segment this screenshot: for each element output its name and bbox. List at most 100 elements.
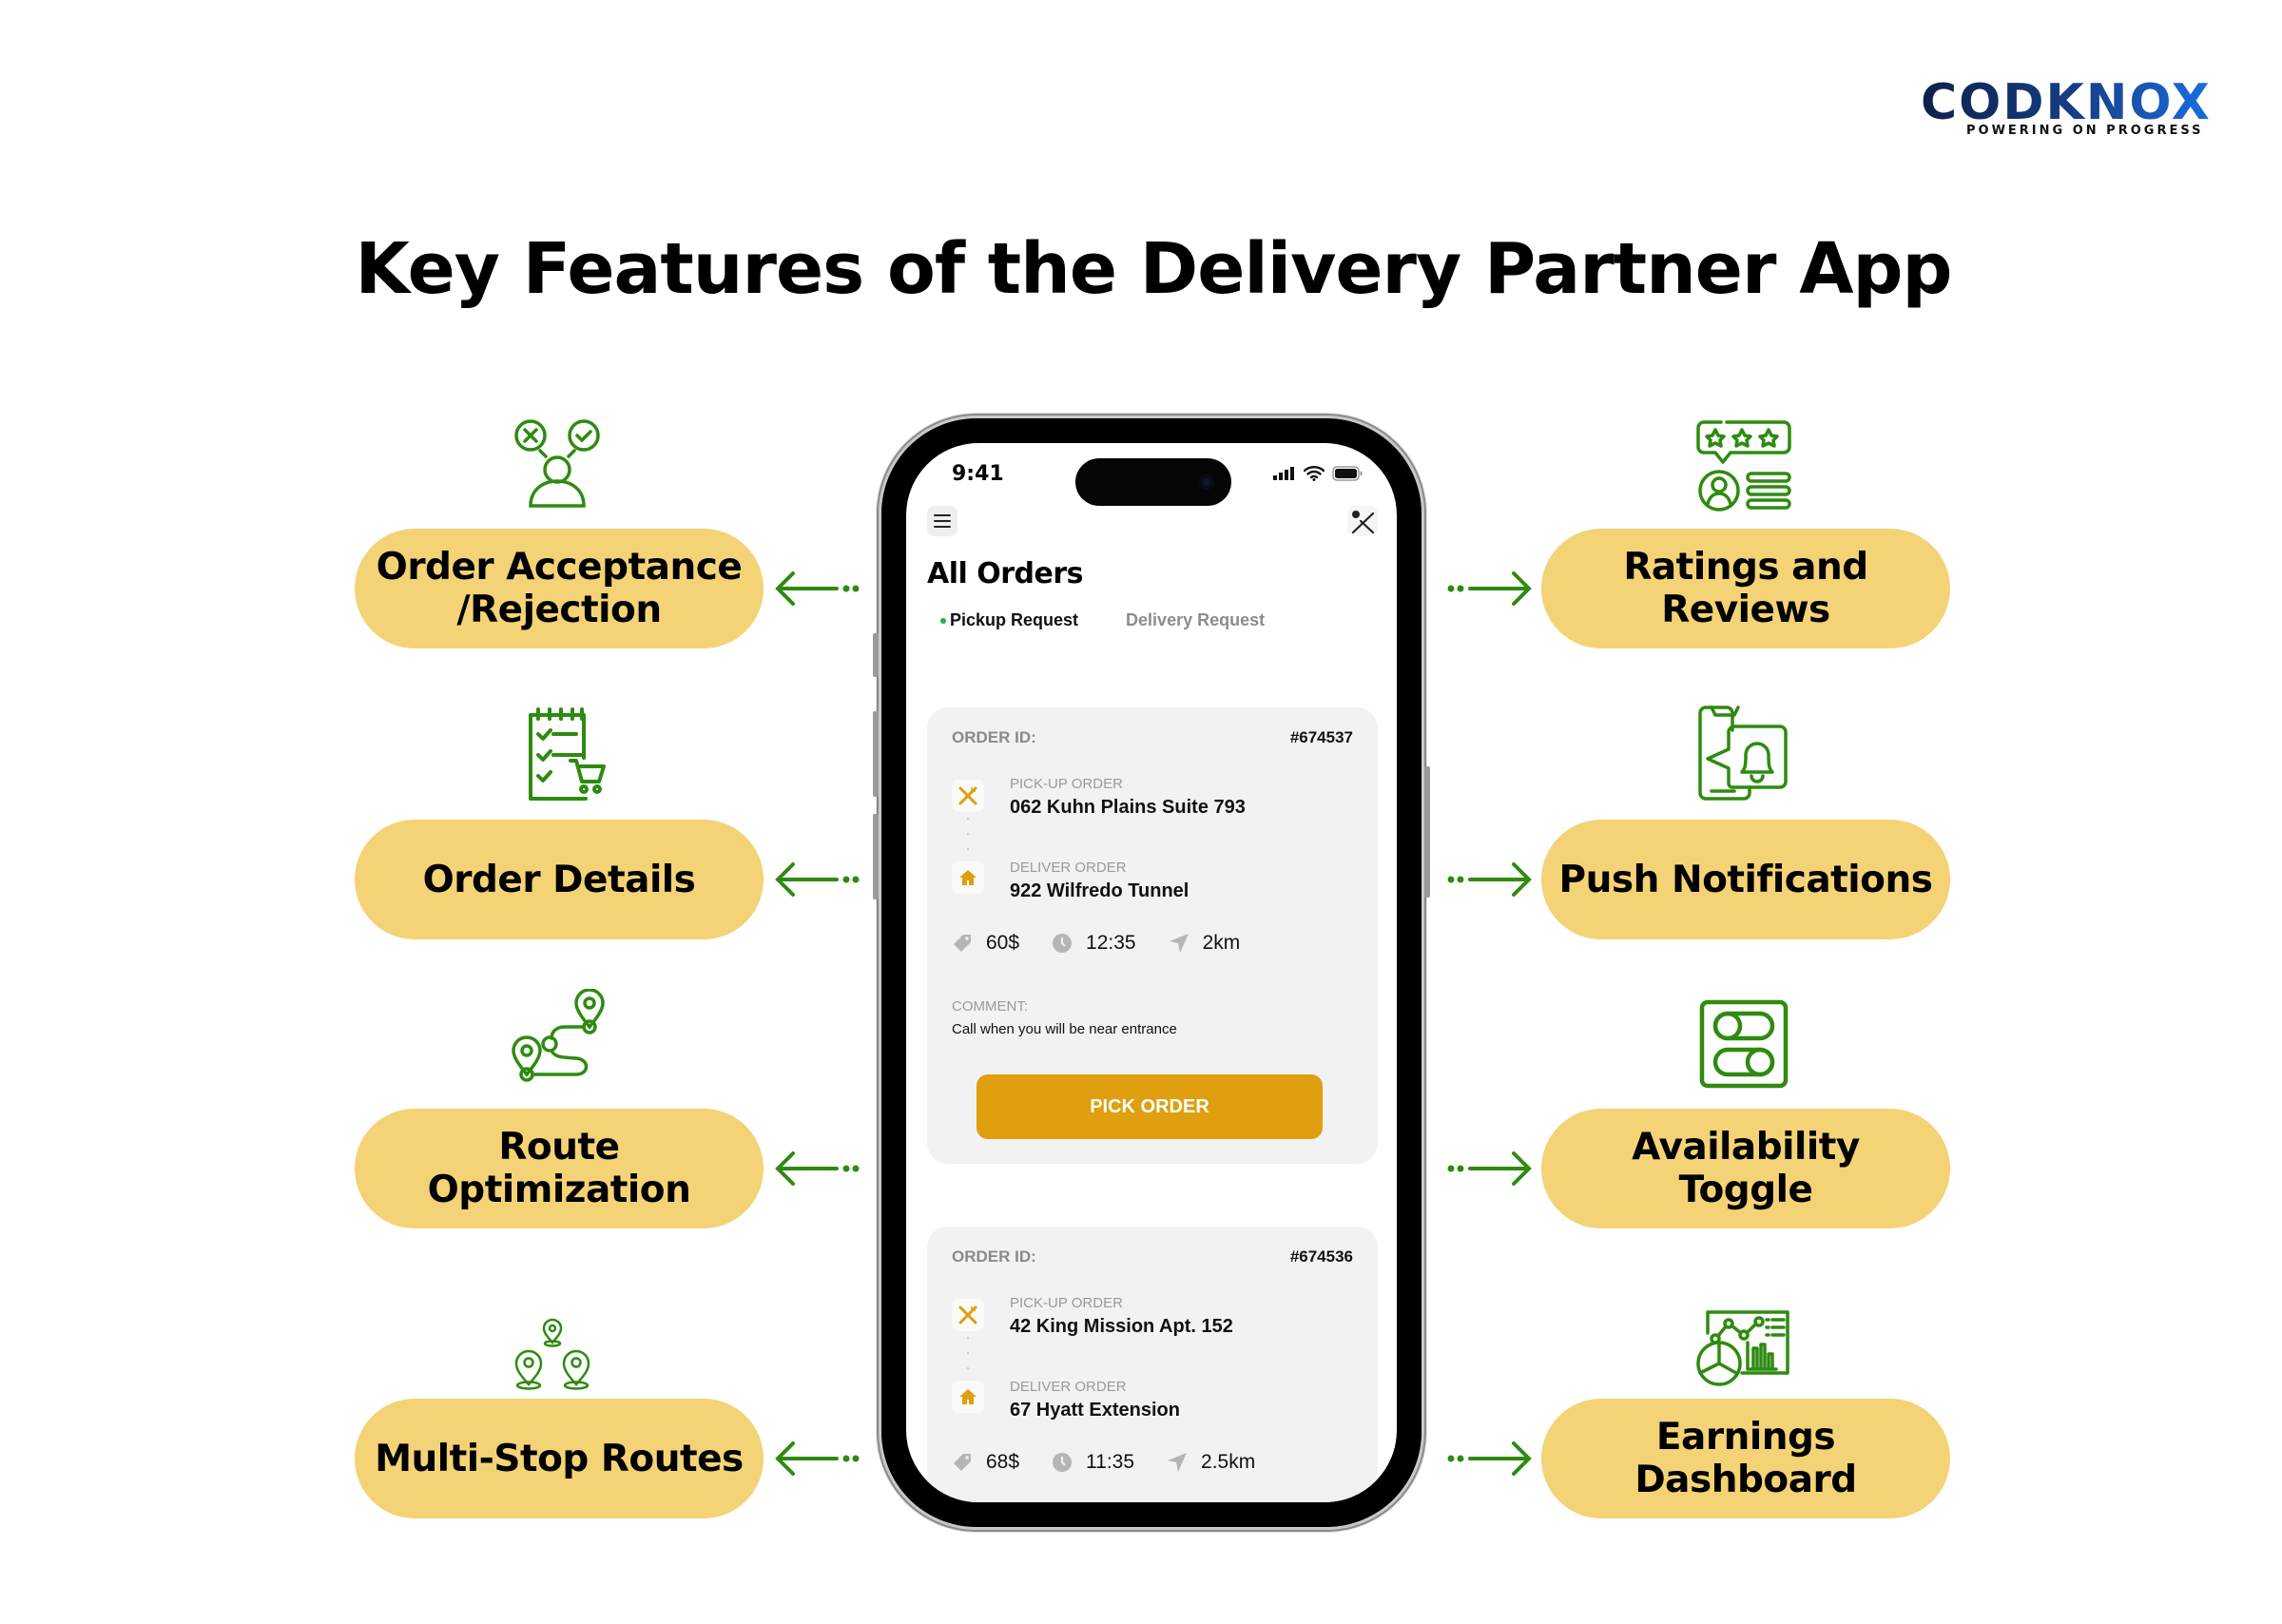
time-item: 11:35 (1052, 1451, 1134, 1474)
price-tag-icon (954, 935, 971, 952)
arrow-left-icon (775, 571, 860, 606)
navigation-arrow-icon (1168, 1453, 1188, 1472)
arrow-left-icon (775, 1441, 860, 1476)
feature-label: Push Notifications (1558, 858, 1933, 901)
checklist-cart-icon (512, 706, 610, 804)
brand-name: CODKNOX (1921, 74, 2212, 131)
wifi-icon (1304, 466, 1325, 481)
route-pins-icon (508, 988, 607, 1088)
arrow-right-icon (1447, 571, 1532, 606)
dashboard-chart-icon (1694, 1299, 1793, 1398)
map-pin-route-icon (1351, 511, 1375, 534)
arrow-right-icon (1447, 1151, 1532, 1186)
menu-button[interactable] (927, 506, 957, 536)
feature-route-optimization: Route Optimization (355, 1109, 764, 1228)
order-meta: 68$ 11:35 2.5km (952, 1451, 1287, 1474)
distance-item: 2km (1169, 932, 1241, 955)
phone-volume-up (873, 711, 879, 797)
person-accept-reject-icon (508, 411, 607, 510)
phone-screen: 9:41 All Orders Pickup Request Delivery … (906, 443, 1397, 1502)
price-tag-icon (954, 1454, 971, 1471)
pickup-label: PICK-UP ORDER (1010, 776, 1123, 792)
feature-order-acceptance-rejection: Order Acceptance/Rejection (355, 529, 764, 648)
distance-item: 2.5km (1167, 1451, 1255, 1474)
arrow-left-icon (775, 1151, 860, 1186)
price-item: 68$ (952, 1451, 1019, 1474)
clock-icon (1053, 934, 1073, 953)
order-id-value: #674536 (1289, 1247, 1353, 1266)
order-id-row: ORDER ID: #674537 (952, 728, 1353, 747)
screen-title: All Orders (927, 557, 1084, 590)
active-dot (940, 617, 946, 624)
feature-label-line: Availability (1632, 1126, 1860, 1169)
status-icons (1273, 466, 1363, 481)
navigation-arrow-icon (1169, 934, 1189, 953)
deliver-label: DELIVER ORDER (1010, 860, 1127, 876)
feature-label-line: Toggle (1678, 1169, 1813, 1211)
route-connector (967, 1337, 969, 1369)
feature-label: Multi-Stop Routes (375, 1437, 744, 1480)
arrow-right-icon (1447, 1441, 1532, 1476)
brand-tagline: POWERING ON PROGRESS (1966, 124, 2204, 138)
phone-bell-icon (1694, 704, 1793, 802)
feature-multi-stop-routes: Multi-Stop Routes (355, 1399, 764, 1518)
pickup-label: PICK-UP ORDER (1010, 1295, 1123, 1311)
order-card: ORDER ID: #674536 PICK-UP ORDER 42 King … (927, 1227, 1378, 1502)
toggle-switches-icon (1698, 998, 1789, 1090)
pickup-icon-box (952, 780, 984, 812)
order-id-label: ORDER ID: (952, 1247, 1036, 1266)
star-review-icon (1694, 413, 1793, 512)
order-meta: 60$ 12:35 2km (952, 932, 1272, 955)
hamburger-icon (934, 514, 951, 528)
order-tabs: Pickup Request Delivery Request (940, 610, 1265, 630)
order-price: 68$ (986, 1451, 1020, 1473)
fork-knife-icon (958, 1305, 977, 1324)
comment-text: Call when you will be near entrance (952, 1021, 1177, 1037)
feature-label: Order Details (422, 858, 696, 901)
order-id-label: ORDER ID: (952, 728, 1036, 746)
multi-pins-icon (510, 1318, 595, 1394)
signal-icon (1273, 467, 1294, 480)
feature-push-notifications: Push Notifications (1541, 820, 1950, 939)
order-id-value: #674537 (1289, 728, 1353, 746)
order-distance: 2.5km (1201, 1451, 1256, 1473)
phone-volume-down (873, 814, 879, 899)
deliver-label: DELIVER ORDER (1010, 1379, 1127, 1395)
feature-ratings-reviews: Ratings and Reviews (1541, 529, 1950, 648)
camera-icon (1199, 474, 1214, 490)
feature-label-line: Route (498, 1126, 620, 1169)
clock-icon (1053, 1453, 1073, 1472)
feature-label-line: Optimization (427, 1169, 691, 1211)
tab-label: Pickup Request (950, 610, 1079, 629)
pick-order-button[interactable]: PICK ORDER (977, 1074, 1323, 1139)
feature-order-details: Order Details (355, 820, 764, 939)
pickup-address: 42 King Mission Apt. 152 (1010, 1316, 1233, 1337)
pickup-icon-box (952, 1299, 984, 1331)
deliver-address: 67 Hyatt Extension (1010, 1400, 1180, 1421)
price-item: 60$ (952, 932, 1019, 955)
battery-icon (1332, 466, 1363, 481)
fork-knife-icon (958, 786, 977, 805)
route-connector (967, 818, 969, 850)
deliver-icon-box (952, 1381, 984, 1413)
order-card: ORDER ID: #674537 PICK-UP ORDER 062 Kuhn… (927, 707, 1378, 1164)
feature-label-line: /Rejection (456, 589, 662, 631)
arrow-right-icon (1447, 862, 1532, 897)
order-id-row: ORDER ID: #674536 (952, 1247, 1353, 1266)
order-time: 12:35 (1086, 932, 1136, 954)
feature-availability-toggle: Availability Toggle (1541, 1109, 1950, 1228)
feature-earnings-dashboard: Earnings Dashboard (1541, 1399, 1950, 1518)
order-time: 11:35 (1086, 1451, 1135, 1473)
status-time: 9:41 (952, 462, 1004, 486)
arrow-left-icon (775, 862, 860, 897)
dynamic-island (1075, 458, 1231, 506)
home-icon (959, 870, 977, 885)
order-distance: 2km (1202, 932, 1241, 954)
map-route-button[interactable] (1347, 506, 1378, 536)
tab-pickup-request[interactable]: Pickup Request (940, 610, 1078, 630)
comment-label: COMMENT: (952, 998, 1028, 1015)
feature-label: Ratings and Reviews (1623, 546, 1868, 631)
home-icon (959, 1389, 977, 1404)
tab-delivery-request[interactable]: Delivery Request (1126, 610, 1265, 630)
page-title: Key Features of the Delivery Partner App (355, 228, 1953, 310)
